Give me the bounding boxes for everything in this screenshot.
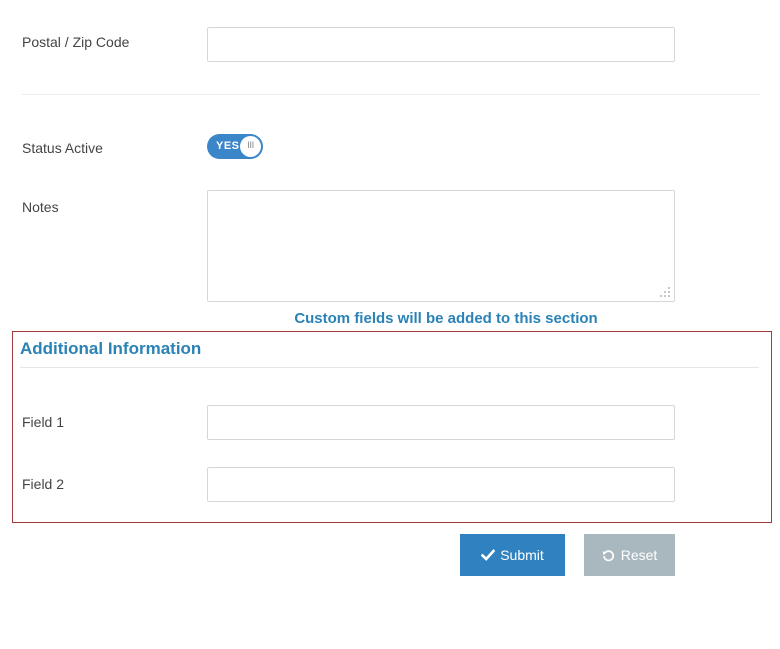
check-icon bbox=[481, 548, 496, 562]
additional-information-title: Additional Information bbox=[20, 339, 202, 358]
status-active-toggle[interactable]: YES III bbox=[207, 134, 263, 159]
resize-grip-icon[interactable] bbox=[659, 286, 671, 298]
section-divider bbox=[20, 367, 759, 368]
notes-label: Notes bbox=[22, 199, 59, 215]
submit-button[interactable]: Submit bbox=[460, 534, 565, 576]
toggle-knob[interactable]: III bbox=[240, 136, 261, 157]
status-active-label: Status Active bbox=[22, 140, 103, 156]
rotate-left-icon bbox=[602, 548, 616, 562]
reset-button[interactable]: Reset bbox=[584, 534, 675, 576]
field-2-input[interactable] bbox=[207, 467, 675, 502]
postal-code-label: Postal / Zip Code bbox=[22, 34, 130, 50]
field-1-label: Field 1 bbox=[22, 414, 65, 430]
form-divider bbox=[22, 94, 760, 95]
reset-button-label: Reset bbox=[620, 547, 658, 563]
postal-code-input[interactable] bbox=[207, 27, 675, 62]
custom-fields-note: Custom fields will be added to this sect… bbox=[294, 310, 598, 327]
submit-button-label: Submit bbox=[500, 547, 544, 563]
field-2-label: Field 2 bbox=[22, 476, 65, 492]
toggle-on-text: YES bbox=[216, 140, 240, 152]
field-1-input[interactable] bbox=[207, 405, 675, 440]
notes-textarea[interactable] bbox=[207, 190, 675, 302]
